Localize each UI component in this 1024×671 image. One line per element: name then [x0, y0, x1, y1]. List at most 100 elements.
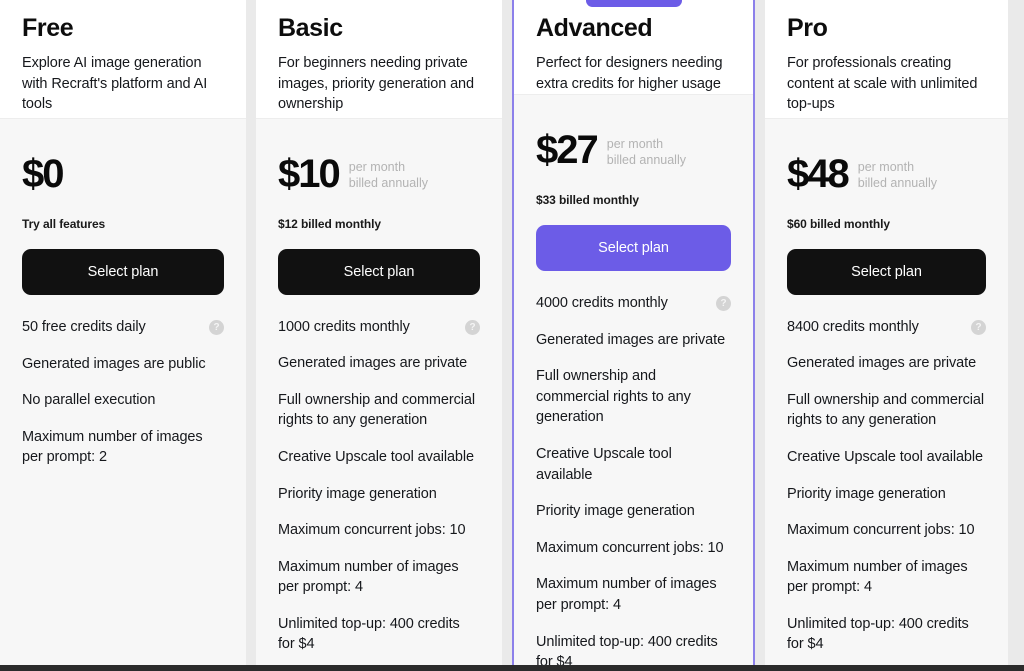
- feature-item: Generated images are private: [278, 353, 480, 374]
- feature-list: 1000 credits monthly? Generated images ar…: [278, 317, 480, 671]
- price-billed-annually: billed annually: [348, 176, 428, 191]
- price-amount: $48: [787, 151, 850, 196]
- price-amount: $27: [536, 128, 599, 173]
- feature-item: Maximum number of images per prompt: 2: [22, 427, 224, 468]
- feature-item: Unlimited top-up: 400 credits for $4: [278, 614, 480, 655]
- feature-item: Maximum concurrent jobs: 10: [278, 520, 480, 541]
- feature-label: Full ownership and commercial rights to …: [536, 368, 691, 426]
- plan-body: $27 per month billed annually $33 billed mo…: [514, 95, 753, 671]
- feature-item: 50 free credits daily?: [22, 317, 224, 338]
- plan-card-basic: Basic For beginners needing private image…: [256, 0, 502, 671]
- feature-item: Maximum concurrent jobs: 10: [787, 520, 986, 541]
- price-row: $27 per month billed annually: [536, 129, 731, 171]
- feature-item: Unlimited top-up: 400 credits for $4: [787, 614, 986, 655]
- feature-item: Generated images are private: [536, 330, 731, 351]
- feature-label: Unlimited top-up: 400 credits for $4: [787, 615, 969, 653]
- feature-item: Creative Upscale tool available: [536, 444, 731, 485]
- feature-item: 8400 credits monthly?: [787, 317, 986, 338]
- select-plan-button[interactable]: Select plan: [22, 249, 224, 295]
- help-icon[interactable]: ?: [971, 319, 986, 335]
- feature-item: Maximum number of images per prompt: 4: [787, 557, 986, 598]
- price-billed-annually: billed annually: [606, 152, 686, 167]
- feature-label: Generated images are public: [22, 355, 206, 372]
- feature-item: Creative Upscale tool available: [278, 447, 480, 468]
- feature-item: 1000 credits monthly?: [278, 317, 480, 338]
- price-note: Try all features: [22, 217, 106, 231]
- feature-label: Creative Upscale tool available: [536, 446, 672, 483]
- feature-label: Generated images are private: [278, 355, 468, 372]
- feature-label: Maximum concurrent jobs: 10: [278, 522, 466, 539]
- plan-tagline: Perfect for designers needing extra cred…: [536, 55, 723, 92]
- feature-item: Full ownership and commercial rights to …: [536, 366, 731, 428]
- price-per-month: per month: [606, 136, 664, 151]
- plan-tagline: For professionals creating content at sc…: [787, 55, 978, 113]
- column-gutter: [755, 0, 765, 671]
- feature-list: 8400 credits monthly? Generated images ar…: [787, 317, 986, 671]
- feature-label: Generated images are private: [536, 331, 726, 348]
- feature-label: Priority image generation: [787, 485, 946, 502]
- column-gutter: [246, 0, 256, 671]
- feature-item: Priority image generation: [278, 484, 480, 505]
- feature-item: Creative Upscale tool available: [787, 447, 986, 468]
- price-per-month: per month: [857, 160, 915, 175]
- price-period: per month billed annually: [858, 156, 937, 191]
- price-note: $12 billed monthly: [278, 216, 381, 231]
- plan-card-advanced: Advanced Perfect for designers needing ex…: [512, 0, 755, 671]
- price-amount: $0: [22, 152, 64, 196]
- price-row: $10 per month billed annually: [278, 153, 480, 195]
- pricing-plans-grid: Free Explore AI image generation with Rec…: [0, 0, 1024, 671]
- feature-label: Maximum concurrent jobs: 10: [536, 539, 724, 556]
- feature-item: No parallel execution: [22, 390, 224, 411]
- feature-label: Creative Upscale tool available: [278, 448, 474, 465]
- price-billed-annually: billed annually: [857, 176, 937, 191]
- feature-label: Unlimited top-up: 400 credits for $4: [278, 615, 460, 653]
- feature-label: Maximum number of images per prompt: 2: [22, 428, 203, 466]
- feature-label: 8400 credits monthly: [787, 318, 919, 335]
- feature-label: No parallel execution: [22, 392, 156, 409]
- plan-tagline: For beginners needing private images, pr…: [278, 55, 474, 113]
- plan-header: Pro For professionals creating content at…: [765, 0, 1008, 119]
- plan-body: $0 Try all features Select plan 50 free cre…: [0, 119, 246, 671]
- column-gutter: [502, 0, 512, 671]
- select-plan-button[interactable]: Select plan: [536, 225, 731, 272]
- price-per-month: per month: [348, 160, 406, 175]
- select-plan-button[interactable]: Select plan: [787, 248, 986, 295]
- plan-name: Advanced: [536, 14, 653, 42]
- plan-card-pro: Pro For professionals creating content at…: [765, 0, 1008, 671]
- price-amount: $10: [278, 151, 341, 196]
- feature-item: Generated images are public: [22, 354, 224, 375]
- feature-item: Maximum number of images per prompt: 4: [536, 574, 731, 615]
- feature-item: Maximum concurrent jobs: 10: [536, 538, 731, 559]
- feature-list: 50 free credits daily? Generated images a…: [22, 317, 224, 484]
- feature-label: Generated images are private: [787, 355, 977, 372]
- plan-tagline: Explore AI image generation with Recraft…: [22, 55, 208, 113]
- feature-item: Priority image generation: [536, 501, 731, 522]
- price-period: per month billed annually: [607, 133, 686, 168]
- help-icon[interactable]: ?: [716, 296, 731, 312]
- plan-header: Advanced Perfect for designers needing ex…: [514, 0, 753, 96]
- feature-label: Full ownership and commercial rights to …: [278, 391, 475, 429]
- price-period: per month billed annually: [349, 156, 428, 191]
- plan-header: Basic For beginners needing private image…: [256, 0, 502, 119]
- feature-label: Priority image generation: [536, 503, 695, 520]
- help-icon[interactable]: ?: [209, 320, 224, 335]
- select-plan-button[interactable]: Select plan: [278, 248, 480, 295]
- price-row: $48 per month billed annually: [787, 153, 986, 195]
- help-icon[interactable]: ?: [465, 319, 480, 335]
- feature-label: 50 free credits daily: [22, 319, 146, 335]
- plan-body: $10 per month billed annually $12 billed mo…: [256, 118, 502, 671]
- feature-item: Priority image generation: [787, 484, 986, 505]
- feature-label: Maximum concurrent jobs: 10: [787, 522, 975, 539]
- plan-body: $48 per month billed annually $60 billed mo…: [765, 118, 1008, 671]
- plan-name: Basic: [278, 14, 343, 42]
- column-gutter: [1008, 0, 1024, 671]
- feature-label: Maximum number of images per prompt: 4: [536, 576, 717, 613]
- window-bottom-edge: [0, 665, 1024, 671]
- price-note: $33 billed monthly: [536, 193, 639, 208]
- feature-item: Full ownership and commercial rights to …: [278, 390, 480, 431]
- plan-card-free: Free Explore AI image generation with Rec…: [0, 0, 246, 671]
- feature-item: Generated images are private: [787, 353, 986, 374]
- feature-item: Full ownership and commercial rights to …: [787, 390, 986, 431]
- feature-label: Maximum number of images per prompt: 4: [787, 558, 968, 596]
- feature-label: 1000 credits monthly: [278, 318, 410, 335]
